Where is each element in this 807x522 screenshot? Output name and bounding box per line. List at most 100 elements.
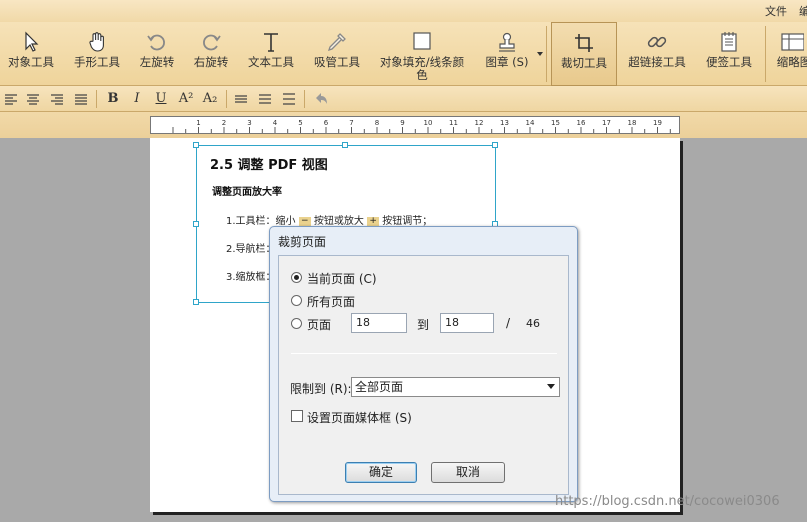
stamp-dropdown-arrow-icon[interactable] bbox=[537, 52, 543, 56]
menu-file[interactable]: 文件 bbox=[765, 3, 787, 19]
hyperlink-tool-button[interactable]: 超链接工具 bbox=[624, 22, 690, 86]
fill-stroke-color-button[interactable]: 对象填充/线条颜 色 bbox=[374, 22, 470, 86]
ruler-tick-label: 3 bbox=[247, 119, 251, 127]
underline-button[interactable]: U bbox=[152, 90, 170, 108]
radio-all-pages-label[interactable]: 所有页面 bbox=[307, 293, 355, 310]
crop-handle-left[interactable] bbox=[193, 221, 199, 227]
ruler-tick-label: 17 bbox=[602, 119, 611, 127]
hand-icon bbox=[85, 30, 109, 54]
watermark-text: https://blog.csdn.net/cocowei0306 bbox=[555, 494, 780, 509]
align-left-button[interactable] bbox=[2, 90, 20, 108]
ruler-ticks: 1234567891011121314151617181920 bbox=[172, 119, 679, 133]
page-from-input[interactable]: 18 bbox=[351, 313, 407, 333]
limit-to-select-value: 全部页面 bbox=[355, 380, 404, 394]
ruler-tick-label: 2 bbox=[222, 119, 226, 127]
align-center-button[interactable] bbox=[24, 90, 42, 108]
rotate-right-button[interactable]: 右旋转 bbox=[187, 22, 235, 86]
ribbon-separator bbox=[546, 26, 547, 82]
hand-tool-label: 手形工具 bbox=[74, 55, 120, 69]
eyedropper-tool-button[interactable]: 吸管工具 bbox=[308, 22, 366, 86]
ruler-tick-label: 8 bbox=[375, 119, 379, 127]
menu-edit[interactable]: 编 bbox=[799, 3, 807, 19]
ribbon-separator bbox=[765, 26, 766, 82]
ruler-tick-label: 9 bbox=[400, 119, 404, 127]
cursor-arrow-icon bbox=[19, 30, 43, 54]
line-spacing-button[interactable] bbox=[232, 90, 250, 108]
radio-page-range[interactable] bbox=[291, 318, 302, 329]
crop-handle-top-right[interactable] bbox=[492, 142, 498, 148]
indent-icon bbox=[283, 93, 295, 105]
rotate-left-button[interactable]: 左旋转 bbox=[133, 22, 181, 86]
bold-button[interactable]: B bbox=[104, 90, 122, 108]
format-separator bbox=[96, 90, 97, 108]
horizontal-ruler: 1234567891011121314151617181920 bbox=[150, 116, 680, 134]
superscript-button[interactable]: A² bbox=[176, 90, 196, 108]
subscript-button[interactable]: A₂ bbox=[200, 90, 220, 108]
hand-tool-button[interactable]: 手形工具 bbox=[67, 22, 127, 86]
radio-page-range-label[interactable]: 页面 bbox=[307, 316, 331, 333]
format-separator bbox=[226, 90, 227, 108]
ruler-tick-label: 7 bbox=[349, 119, 353, 127]
align-right-button[interactable] bbox=[48, 90, 66, 108]
media-box-checkbox-label[interactable]: 设置页面媒体框 (S) bbox=[307, 409, 412, 426]
thumbnail-button[interactable]: 缩略图 bbox=[774, 22, 807, 86]
object-tool-button[interactable]: 对象工具 bbox=[2, 22, 60, 86]
align-right-icon bbox=[51, 94, 63, 105]
format-toolbar: B I U A² A₂ bbox=[0, 86, 807, 112]
object-tool-label: 对象工具 bbox=[8, 55, 54, 69]
fill-stroke-color-label-line1: 对象填充/线条颜 bbox=[379, 55, 465, 69]
ruler-tick-label: 13 bbox=[500, 119, 509, 127]
crop-icon bbox=[572, 31, 596, 55]
crop-tool-label: 裁切工具 bbox=[561, 56, 607, 70]
align-left-icon bbox=[5, 94, 17, 105]
dialog-title: 裁剪页面 bbox=[278, 235, 327, 249]
align-justify-button[interactable] bbox=[72, 90, 90, 108]
sticky-note-tool-button[interactable]: 便签工具 bbox=[700, 22, 758, 86]
menu-bar: 文件 编 bbox=[0, 0, 807, 22]
rotate-right-label: 右旋转 bbox=[193, 55, 229, 69]
media-box-checkbox[interactable] bbox=[291, 410, 303, 422]
eyedropper-tool-label: 吸管工具 bbox=[314, 55, 360, 69]
crop-handle-bottom-left[interactable] bbox=[193, 299, 199, 305]
rotate-left-label: 左旋转 bbox=[139, 55, 175, 69]
crop-handle-top-left[interactable] bbox=[193, 142, 199, 148]
ruler-tick-label: 6 bbox=[324, 119, 329, 127]
italic-button[interactable]: I bbox=[128, 90, 146, 108]
ruler-tick-label: 5 bbox=[298, 119, 302, 127]
ruler-tick-label: 18 bbox=[628, 119, 637, 127]
stamp-icon bbox=[495, 30, 519, 54]
thumbnail-icon bbox=[780, 30, 805, 54]
ruler-tick-label: 14 bbox=[526, 119, 535, 127]
radio-current-page-label[interactable]: 当前页面 (C) bbox=[307, 270, 377, 287]
hyperlink-tool-label: 超链接工具 bbox=[628, 55, 686, 69]
ruler-tick-label: 19 bbox=[653, 119, 662, 127]
crop-page-dialog: 裁剪页面 当前页面 (C) 所有页面 页面 18 到 18 / 46 限制到 (… bbox=[269, 226, 578, 502]
rotate-left-icon bbox=[145, 30, 169, 54]
ruler-tick-label: 11 bbox=[449, 119, 458, 127]
dialog-body: 当前页面 (C) 所有页面 页面 18 到 18 / 46 限制到 (R): 全… bbox=[278, 255, 569, 495]
total-pages-count: 46 bbox=[526, 317, 540, 330]
cancel-button[interactable]: 取消 bbox=[431, 462, 505, 483]
ok-button[interactable]: 确定 bbox=[345, 462, 417, 483]
limit-to-select[interactable]: 全部页面 bbox=[351, 377, 560, 397]
undo-button[interactable] bbox=[310, 90, 332, 108]
crop-handle-top[interactable] bbox=[342, 142, 348, 148]
radio-all-pages[interactable] bbox=[291, 295, 302, 306]
stamp-label: 图章 (S) bbox=[485, 55, 529, 69]
ruler-tick-label: 10 bbox=[424, 119, 433, 127]
align-justify-icon bbox=[75, 94, 87, 105]
crop-tool-button[interactable]: 裁切工具 bbox=[551, 22, 617, 86]
ruler-tick-label: 4 bbox=[273, 119, 278, 127]
page-to-input[interactable]: 18 bbox=[440, 313, 494, 333]
text-tool-button[interactable]: 文本工具 bbox=[242, 22, 300, 86]
dialog-divider bbox=[291, 353, 557, 354]
ruler-tick-label: 12 bbox=[475, 119, 484, 127]
indent-button[interactable] bbox=[280, 90, 298, 108]
paragraph-spacing-icon bbox=[259, 94, 271, 104]
ruler-tick-label: 16 bbox=[577, 119, 586, 127]
paragraph-spacing-button[interactable] bbox=[256, 90, 274, 108]
eyedropper-icon bbox=[325, 30, 349, 54]
stamp-button[interactable]: 图章 (S) bbox=[478, 22, 536, 86]
radio-current-page[interactable] bbox=[291, 272, 302, 283]
sticky-note-tool-label: 便签工具 bbox=[706, 55, 752, 69]
